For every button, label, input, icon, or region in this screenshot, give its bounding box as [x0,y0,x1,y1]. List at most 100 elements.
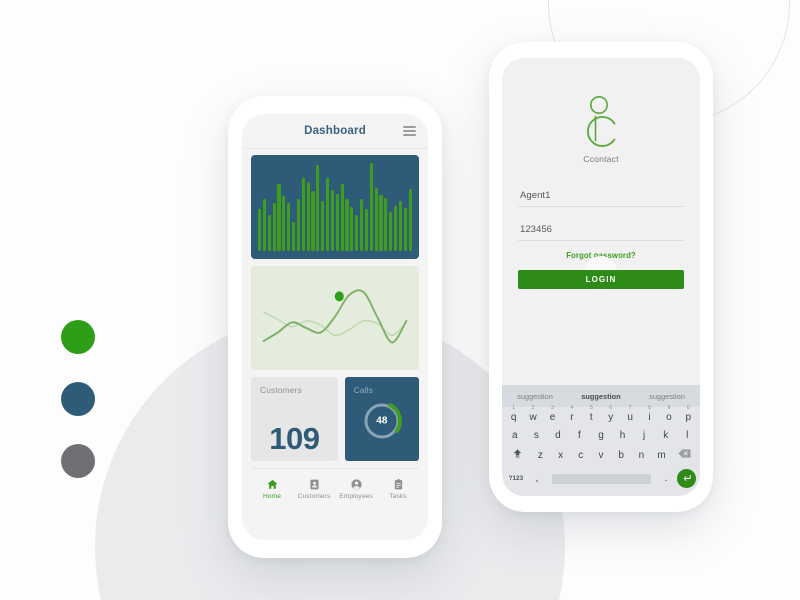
comma-key[interactable]: , [528,473,546,484]
password-field[interactable]: 123456 [518,220,684,241]
stat-card-row: Customers 109 Calls 48 [251,377,419,461]
shift-key[interactable] [504,448,530,462]
bar [398,201,403,251]
bar [403,208,407,251]
key-b[interactable]: b [611,450,631,461]
key-n[interactable]: n [631,450,651,461]
contact-card-icon [309,479,319,490]
key-w[interactable]: 2w [523,405,542,423]
key-i[interactable]: 8i [640,405,659,423]
key-number-hint: 0 [686,405,690,411]
login-button[interactable]: LOGIN [518,270,684,289]
enter-key-circle [677,469,697,488]
key-p[interactable]: 0p [679,405,698,423]
key-d[interactable]: d [547,430,569,441]
bar [355,214,359,251]
nav-label-customers: Customers [297,493,331,501]
key-e[interactable]: 3e [543,405,562,423]
bar [258,209,262,251]
suggestion-item[interactable]: suggestion [568,392,634,401]
suggestion-item[interactable]: suggestion [634,392,700,401]
bar [262,199,266,251]
nav-item-tasks[interactable]: Tasks [377,478,419,501]
calls-gauge: 48 [360,399,404,443]
period-key[interactable]: . [657,473,675,484]
key-s[interactable]: s [526,430,548,441]
key-f[interactable]: f [569,430,591,441]
key-v[interactable]: v [591,450,611,461]
canvas: Dashboard Customers 109 Calls 48 Home Cu… [0,0,800,600]
bar [326,177,330,251]
nav-item-home[interactable]: Home [251,478,293,500]
key-o[interactable]: 9o [659,405,678,423]
bar [408,189,412,251]
stat-card-customers[interactable]: Customers 109 [251,377,338,461]
suggestion-item[interactable]: suggestion [502,392,568,401]
bar [316,164,320,251]
dashboard-screen: Dashboard Customers 109 Calls 48 Home Cu… [242,114,428,540]
key-q[interactable]: 1q [504,405,523,423]
bar [311,191,315,251]
key-number-hint: 7 [628,405,632,411]
key-u[interactable]: 7u [620,405,639,423]
hamburger-icon[interactable] [403,126,416,136]
enter-key[interactable] [675,469,698,488]
on-screen-keyboard: suggestion suggestion suggestion 1q2w3e4… [502,385,700,496]
brand-block: Ccontact [502,58,700,164]
key-a[interactable]: a [504,430,526,441]
username-field[interactable]: Agent1 [518,186,684,207]
bar [379,194,383,251]
key-k[interactable]: k [655,430,677,441]
key-r[interactable]: 4r [562,405,581,423]
bar [321,201,325,251]
key-m[interactable]: m [652,450,672,461]
backspace-key[interactable] [672,448,698,462]
keyboard-rows: 1q2w3e4r5t6y7u8i9o0p asdfghjkl zxcvbnm ?… [502,405,700,496]
bar [301,178,305,251]
backspace-icon [678,449,691,458]
space-key[interactable] [552,473,651,484]
key-g[interactable]: g [590,430,612,441]
person-icon [350,479,362,490]
key-c[interactable]: c [571,450,591,461]
bar [330,190,334,251]
brand-name: Ccontact [583,154,619,164]
gauge-value: 48 [376,415,388,427]
symbols-key[interactable]: ?123 [504,475,528,482]
key-j[interactable]: j [633,430,655,441]
stat-card-calls[interactable]: Calls 48 [344,377,419,461]
bar [394,205,398,251]
line-chart-marker[interactable] [334,291,344,302]
nav-item-employees[interactable]: Employees [335,478,377,500]
key-h[interactable]: h [612,430,634,441]
ccontact-logo-icon [587,96,616,147]
keyboard-row-4: ?123 , . [504,469,698,488]
key-number-hint: 3 [551,405,554,411]
bar [389,212,393,251]
dashboard-header: Dashboard [242,114,428,149]
keyboard-letters-3: zxcvbnm [530,450,671,461]
key-l[interactable]: l [676,430,698,441]
key-x[interactable]: x [550,450,570,461]
bar [267,214,271,251]
enter-icon [683,474,691,481]
key-number-hint: 1 [512,405,516,411]
login-form: Agent1 123456 Forgot password? [502,164,700,290]
nav-item-customers[interactable]: Customers [293,478,335,501]
bar [296,199,300,251]
stat-value-customers: 109 [269,421,320,456]
nav-label-tasks: Tasks [389,493,407,501]
bar [340,183,344,251]
bar [345,199,349,251]
bar [335,193,339,251]
bar [350,206,354,251]
key-number-hint: 2 [531,405,535,411]
key-t[interactable]: 5t [582,405,601,423]
key-y[interactable]: 6y [601,405,620,423]
clipboard-icon [394,478,402,490]
bar [282,195,286,251]
stat-label-customers: Customers [260,385,302,395]
key-z[interactable]: z [530,450,550,461]
keyboard-row-3: zxcvbnm [504,448,698,462]
login-screen: Ccontact Agent1 123456 Forgot password? … [502,58,700,496]
